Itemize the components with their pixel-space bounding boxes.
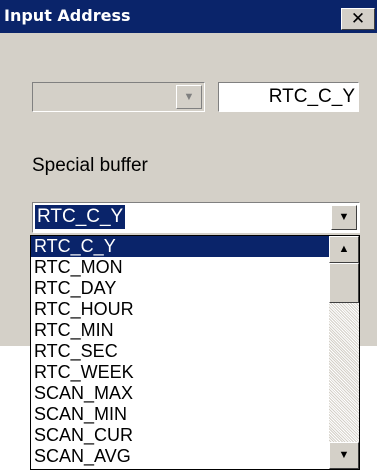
window-title: Input Address <box>4 6 131 25</box>
list-item[interactable]: SCAN_MAX <box>31 383 329 404</box>
special-buffer-dropdown-list: RTC_C_Y RTC_MON RTC_DAY RTC_HOUR RTC_MIN RTC_… <box>30 235 360 470</box>
list-item[interactable]: RTC_MON <box>31 257 329 278</box>
list-item[interactable]: RTC_HOUR <box>31 299 329 320</box>
close-button[interactable]: ✕ <box>341 8 375 30</box>
arrow-down-icon[interactable]: ▼ <box>329 442 359 469</box>
list-scrollbar[interactable]: ▲ ▼ <box>329 236 359 469</box>
list-item[interactable]: RTC_DAY <box>31 278 329 299</box>
chevron-down-icon: ▼ <box>176 85 202 109</box>
list-item[interactable]: SCAN_AVG <box>31 446 329 467</box>
arrow-up-icon[interactable]: ▲ <box>329 236 359 263</box>
list-item[interactable]: RTC_SEC <box>31 341 329 362</box>
list-item[interactable]: RTC_WEEK <box>31 362 329 383</box>
list-item[interactable]: SCAN_MIN <box>31 404 329 425</box>
special-buffer-label: Special buffer <box>32 155 148 176</box>
close-icon: ✕ <box>350 9 366 29</box>
scrollbar-thumb[interactable] <box>329 263 359 303</box>
options-list: RTC_C_Y RTC_MON RTC_DAY RTC_HOUR RTC_MIN RTC_… <box>31 236 329 467</box>
title-bar[interactable]: Input Address ✕ <box>0 0 377 33</box>
list-item[interactable]: SCAN_CUR <box>31 425 329 446</box>
list-item[interactable]: RTC_MIN <box>31 320 329 341</box>
address-text-field[interactable]: RTC_C_Y <box>218 82 359 112</box>
list-item[interactable]: RTC_C_Y <box>31 236 329 257</box>
chevron-down-icon[interactable]: ▼ <box>331 205 357 230</box>
type-dropdown-disabled: ▼ <box>32 82 205 112</box>
special-buffer-selected-value: RTC_C_Y <box>35 205 126 229</box>
special-buffer-combobox[interactable]: RTC_C_Y ▼ <box>32 202 360 233</box>
